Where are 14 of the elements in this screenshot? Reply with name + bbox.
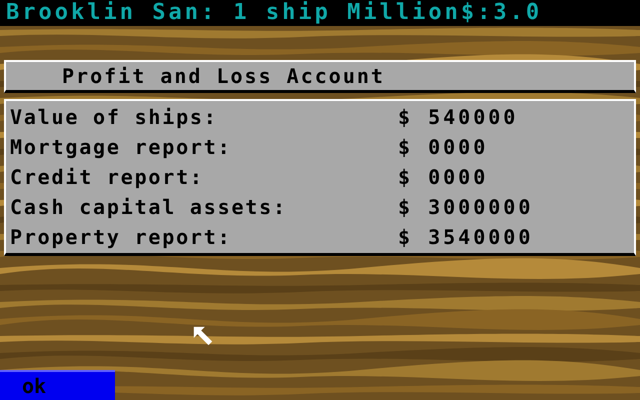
row-value: $ 3540000 xyxy=(398,225,534,249)
status-text: Brooklin San: 1 ship Million$:3.0 xyxy=(6,0,542,26)
ok-button[interactable]: ok xyxy=(0,370,115,400)
row-label: Value of ships: xyxy=(10,105,219,129)
row-value: $ 540000 xyxy=(398,105,518,129)
row-label: Cash capital assets: xyxy=(10,195,288,219)
row-label: Property report: xyxy=(10,225,232,249)
panel-title: Profit and Loss Account xyxy=(62,64,385,88)
row-value: $ 0000 xyxy=(398,165,488,189)
row-value: $ 3000000 xyxy=(398,195,534,219)
mouse-pointer-icon xyxy=(192,325,214,347)
row-label: Credit report: xyxy=(10,165,205,189)
row-value: $ 0000 xyxy=(398,135,488,159)
row-label: Mortgage report: xyxy=(10,135,232,159)
